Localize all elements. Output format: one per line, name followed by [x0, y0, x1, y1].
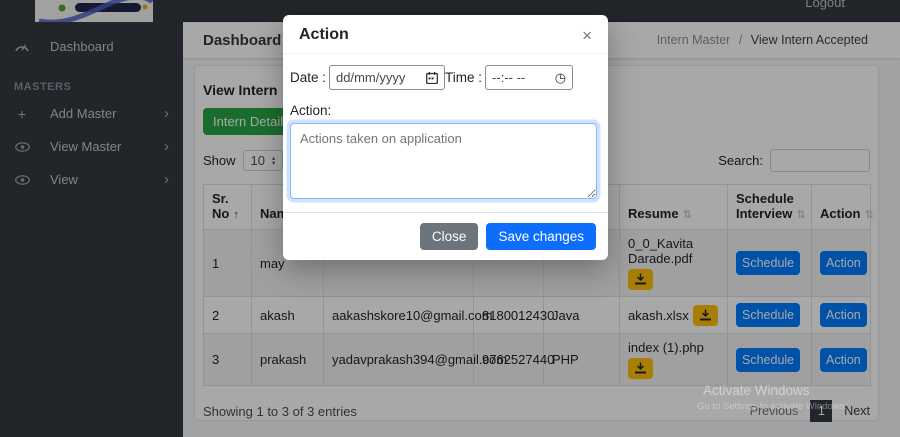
date-label: Date :: [290, 70, 326, 85]
clock-icon: ◷: [555, 70, 566, 86]
date-value: dd/mm/yyyy: [336, 70, 405, 85]
modal-title: Action: [299, 26, 349, 44]
action-modal: Action × Date : dd/mm/yyyy Time : --:-- …: [283, 15, 608, 260]
date-input[interactable]: dd/mm/yyyy: [329, 65, 445, 90]
close-button[interactable]: Close: [420, 223, 479, 250]
application-window: Dashboard MASTERS + Add Master › View Ma…: [0, 0, 900, 437]
time-label: Time :: [445, 70, 482, 85]
action-textarea[interactable]: Actions taken on application: [290, 123, 597, 199]
calendar-icon: [426, 72, 438, 84]
action-label: Action:: [290, 103, 598, 118]
modal-body: Date : dd/mm/yyyy Time : --:-- -- ◷ Acti…: [283, 54, 608, 199]
modal-header: Action ×: [283, 15, 608, 54]
time-value: --:-- --: [492, 70, 525, 85]
time-input[interactable]: --:-- -- ◷: [485, 65, 573, 90]
close-icon[interactable]: ×: [582, 27, 592, 44]
date-time-row: Date : dd/mm/yyyy Time : --:-- -- ◷: [290, 65, 598, 90]
modal-footer: Close Save changes: [283, 212, 608, 260]
save-changes-button[interactable]: Save changes: [486, 223, 596, 250]
